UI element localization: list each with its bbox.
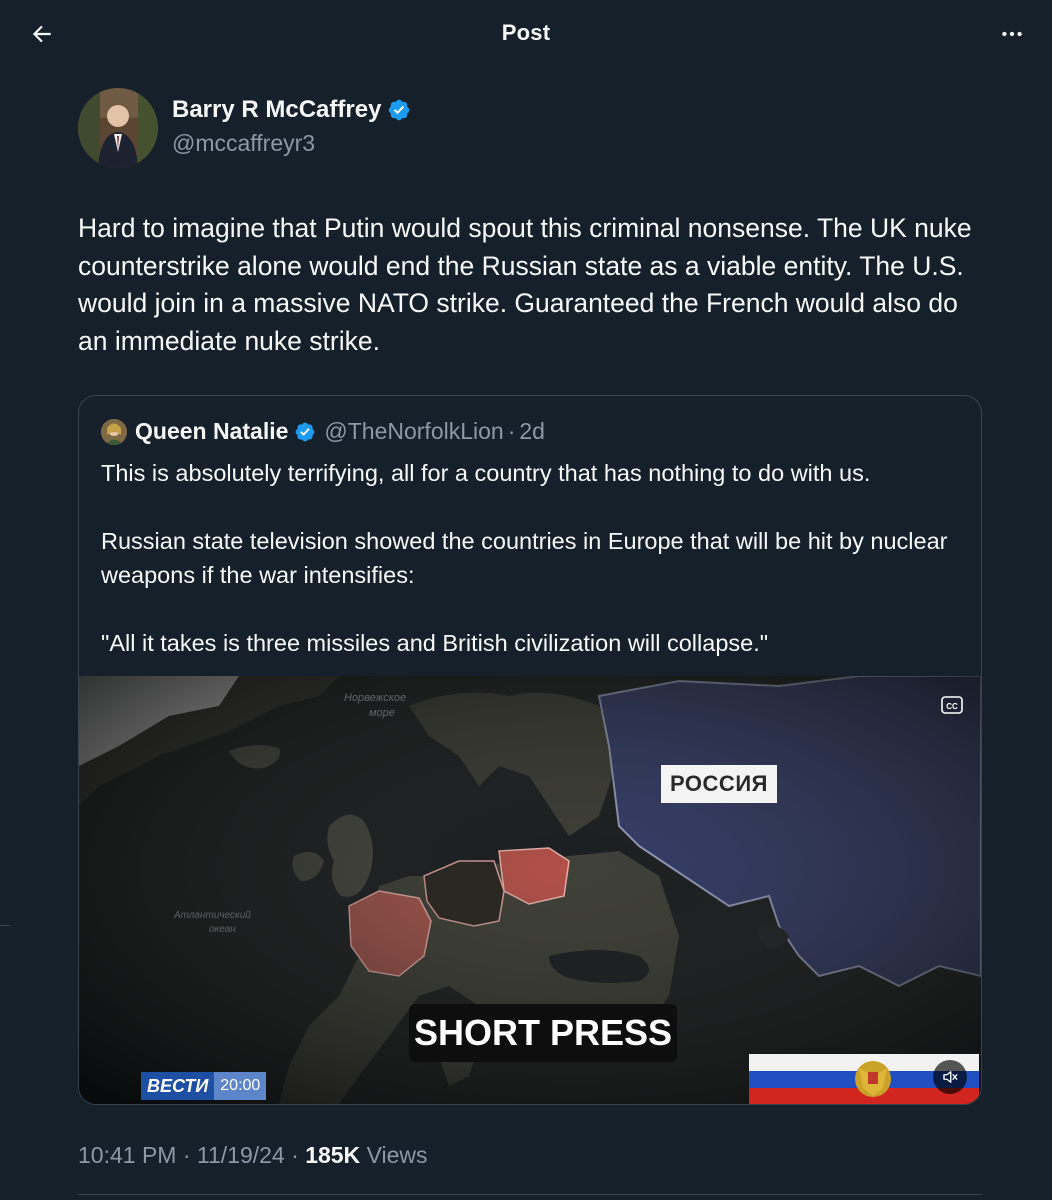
post-text: Hard to imagine that Putin would spout t…	[78, 213, 972, 356]
verified-badge-icon	[295, 422, 315, 441]
video-player[interactable]: Норвежское море Атлантический океан РОСС…	[79, 676, 981, 1104]
views-label: Views	[366, 1142, 428, 1168]
channel-logo: ВЕСТИ 20:00	[141, 1072, 267, 1100]
svg-text:CC: CC	[946, 702, 958, 711]
closed-captions-icon: CC	[941, 696, 963, 714]
author-handle[interactable]: @mccaffreyr3	[172, 130, 315, 157]
ellipsis-icon	[1002, 31, 1022, 37]
avatar-image	[78, 88, 158, 168]
quoted-paragraph: This is absolutely terrifying, all for a…	[101, 460, 871, 486]
post-date[interactable]: 11/19/24	[197, 1142, 285, 1168]
captions-button[interactable]: CC	[941, 696, 963, 714]
mute-button[interactable]	[933, 1060, 967, 1094]
separator-dot: ·	[182, 1142, 191, 1168]
russia-map-label: РОССИЯ	[661, 765, 777, 803]
quoted-post[interactable]: Queen Natalie @TheNorfolkLion · 2d This …	[78, 395, 982, 1105]
top-bar: Post	[0, 0, 1052, 68]
more-options-button[interactable]	[990, 14, 1034, 54]
quoted-post-text: This is absolutely terrifying, all for a…	[101, 456, 961, 660]
quoted-paragraph: "All it takes is three missiles and Brit…	[101, 630, 769, 656]
post-time[interactable]: 10:41 PM	[78, 1142, 176, 1168]
channel-time: 20:00	[214, 1072, 267, 1100]
arrow-left-icon	[32, 25, 51, 43]
verified-badge-icon	[389, 99, 410, 121]
quoted-author-name[interactable]: Queen Natalie	[135, 418, 288, 445]
separator-dot: ·	[507, 418, 516, 444]
quoted-paragraph: Russian state television showed the coun…	[101, 528, 948, 588]
map-label: море	[369, 707, 395, 719]
map-label: Норвежское	[344, 692, 406, 704]
divider	[78, 1194, 982, 1195]
video-caption: SHORT PRESS	[409, 1004, 677, 1062]
quoted-post-time[interactable]: 2d	[519, 418, 545, 445]
quoted-author-handle[interactable]: @TheNorfolkLion	[324, 418, 503, 445]
separator-dot: ·	[291, 1142, 299, 1168]
divider	[0, 925, 10, 926]
channel-name: ВЕСТИ	[141, 1072, 215, 1100]
volume-muted-icon	[943, 1071, 958, 1083]
author-name[interactable]: Barry R McCaffrey	[172, 96, 381, 124]
quoted-avatar[interactable]	[101, 418, 127, 445]
back-button[interactable]	[22, 14, 62, 54]
map-label: Атлантический	[173, 910, 251, 921]
quoted-avatar-image	[101, 418, 127, 445]
map-label: океан	[209, 924, 236, 935]
quoted-post-header: Queen Natalie @TheNorfolkLion · 2d	[101, 418, 545, 445]
page-title: Post	[501, 20, 551, 45]
views-count: 185K	[305, 1142, 361, 1168]
post-metadata: 10:41 PM · 11/19/24 · 185K Views	[78, 1142, 428, 1169]
avatar[interactable]	[78, 88, 158, 168]
